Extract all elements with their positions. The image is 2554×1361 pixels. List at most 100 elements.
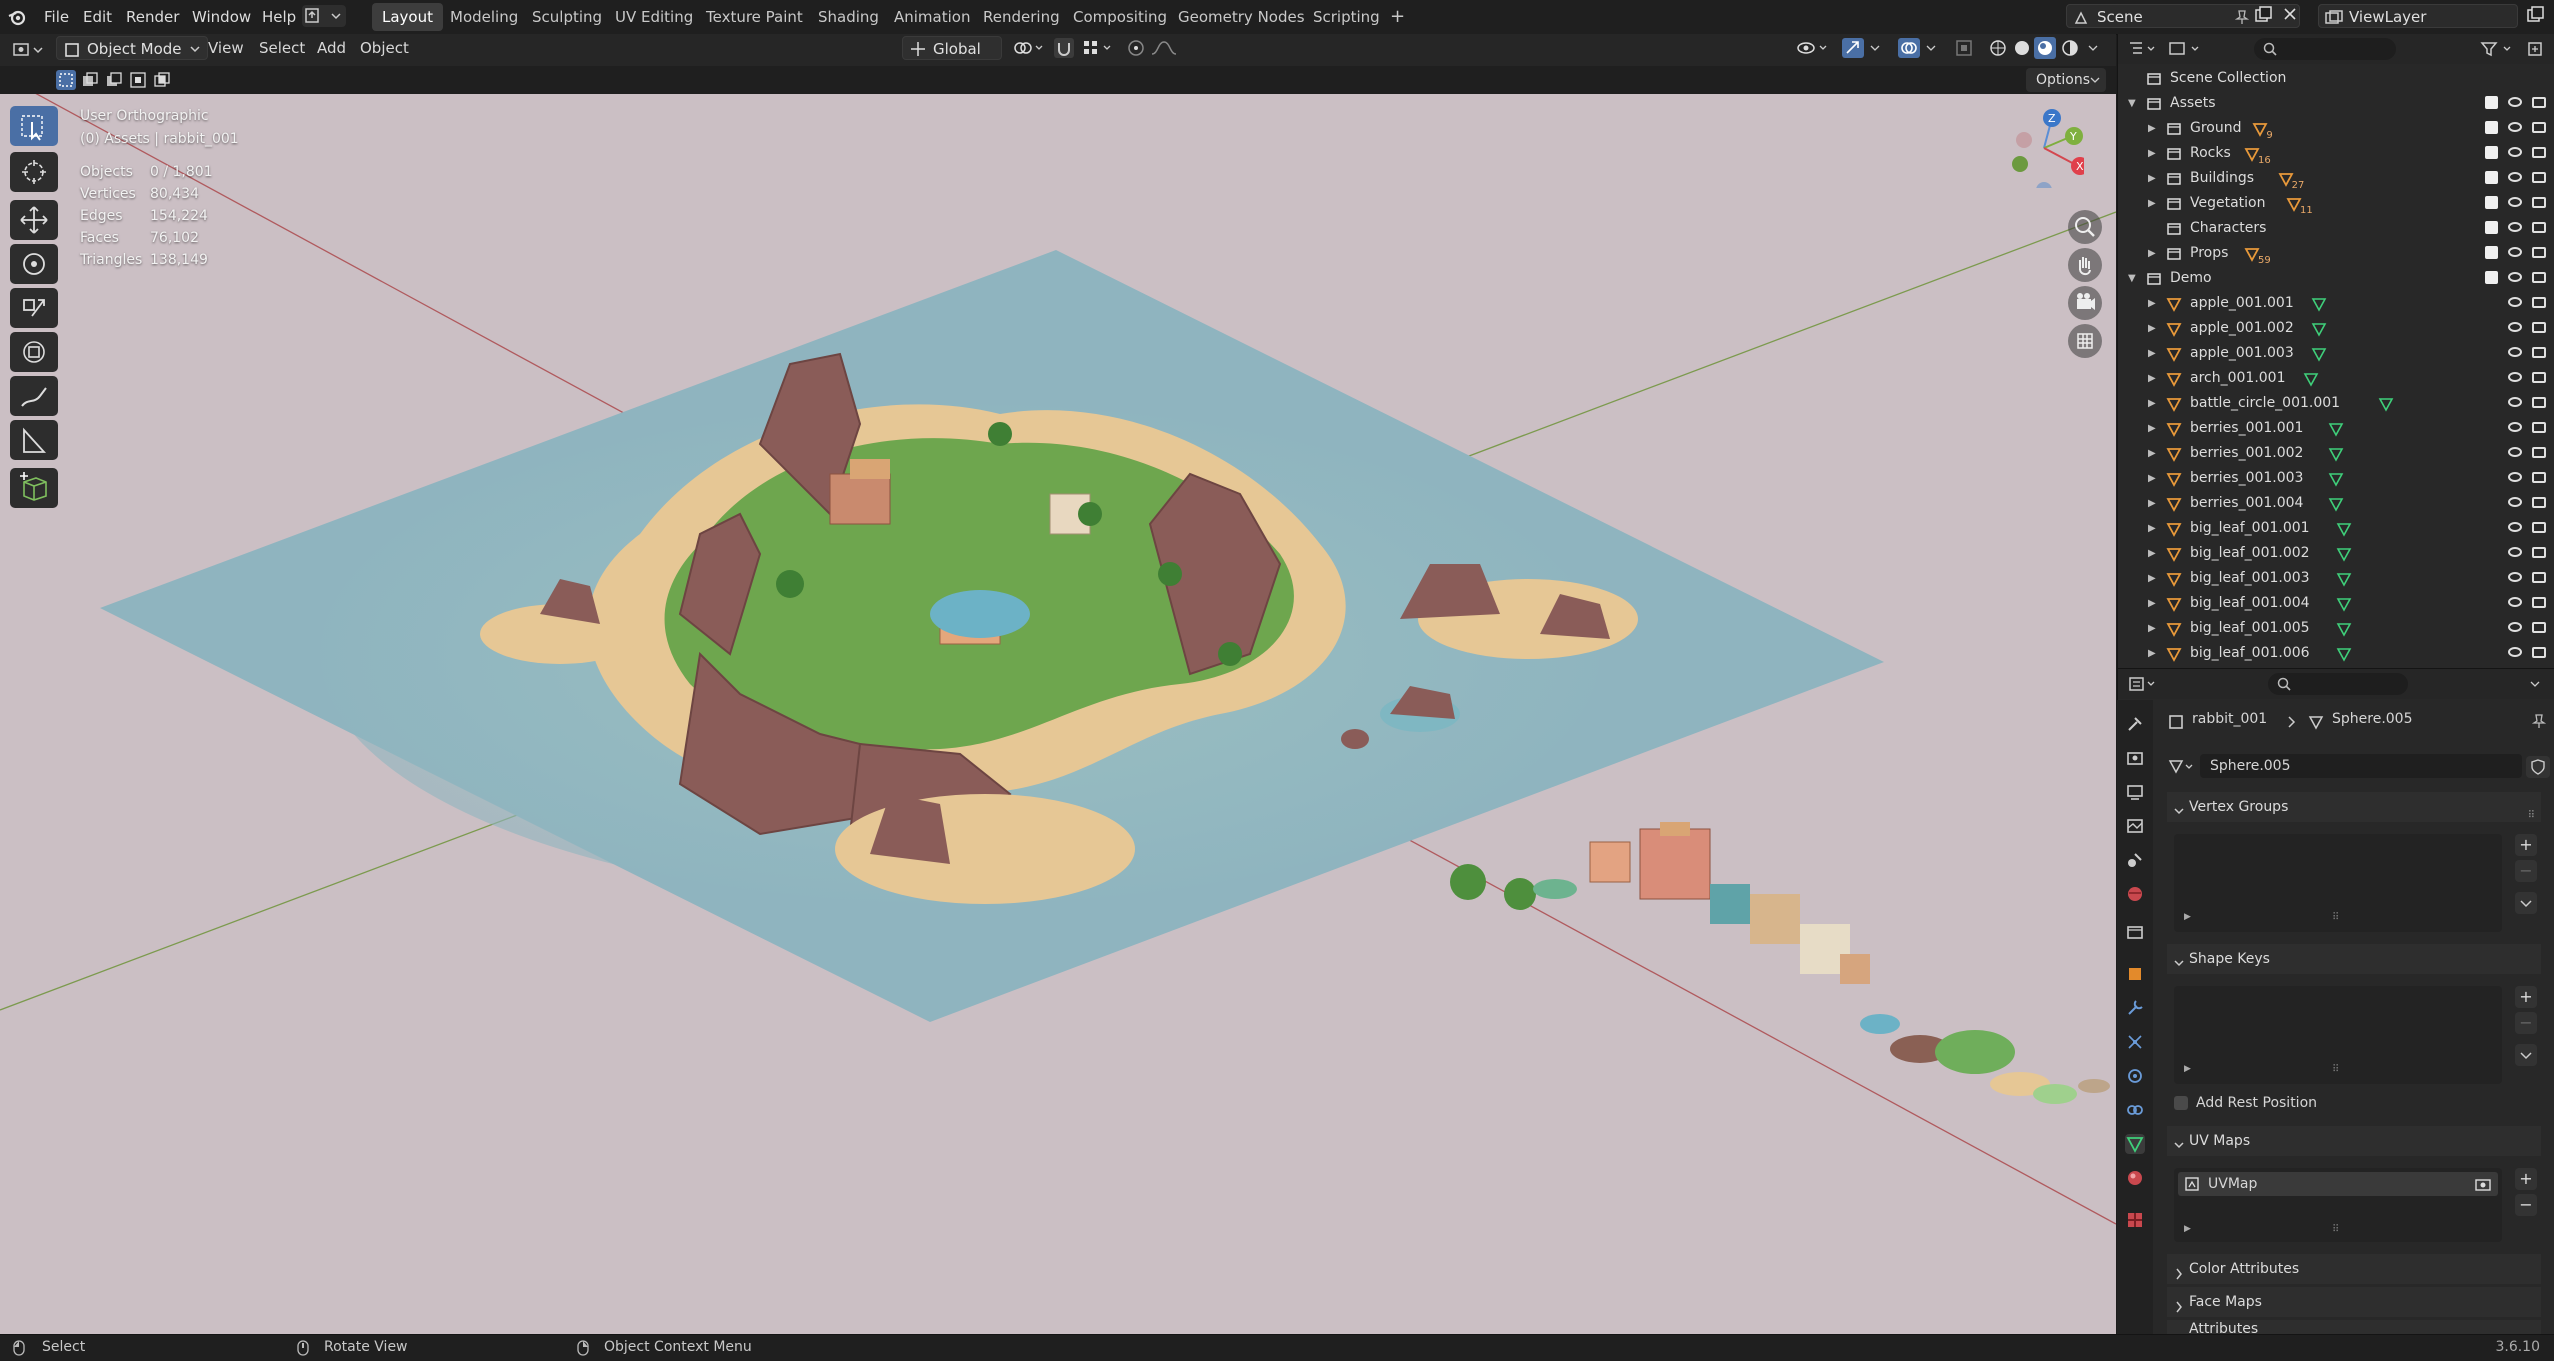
collapsed-arrow-icon[interactable]: ▶ <box>2148 441 2156 466</box>
pan-view-icon[interactable] <box>2068 248 2102 282</box>
collapsed-arrow-icon[interactable]: ▶ <box>2148 416 2156 441</box>
modifiers-tab-icon[interactable] <box>2125 998 2145 1018</box>
select-subtract-icon[interactable] <box>104 70 124 94</box>
expand-arrow-icon[interactable]: ▶ <box>2184 1064 2191 1074</box>
pivot-point-icon[interactable] <box>1012 38 1046 62</box>
add-workspace-button[interactable]: + <box>1380 3 1415 31</box>
eye-icon[interactable] <box>2508 172 2522 182</box>
menu-window[interactable]: Window <box>192 5 251 29</box>
camera-icon[interactable] <box>2532 547 2546 558</box>
select-box-tool[interactable] <box>10 106 58 146</box>
eye-icon[interactable] <box>2508 397 2522 407</box>
eye-icon[interactable] <box>2508 272 2522 282</box>
camera-icon[interactable] <box>2532 497 2546 508</box>
mode-selector[interactable]: Object Mode <box>56 36 208 60</box>
outliner-collection-row[interactable]: ▼ Assets <box>2118 91 2554 116</box>
eye-icon[interactable] <box>2508 147 2522 157</box>
camera-icon[interactable] <box>2532 222 2546 233</box>
delete-scene-icon[interactable] <box>2282 6 2298 26</box>
collapsed-arrow-icon[interactable]: ▶ <box>2148 141 2156 166</box>
collapsed-arrow-icon[interactable]: ▶ <box>2148 541 2156 566</box>
select-new-icon[interactable] <box>56 70 76 90</box>
outliner-object-row[interactable]: ▶ apple_001.002 <box>2118 316 2554 341</box>
tab-uv-editing[interactable]: UV Editing <box>605 3 703 31</box>
face-maps-panel-header[interactable]: Face Maps <box>2167 1287 2541 1317</box>
chevron-down-icon[interactable] <box>2528 675 2542 697</box>
eye-icon[interactable] <box>2508 647 2522 657</box>
eye-icon[interactable] <box>2508 197 2522 207</box>
particles-tab-icon[interactable] <box>2125 1032 2145 1052</box>
scene-collection-row[interactable]: Scene Collection <box>2118 66 2554 91</box>
exclude-checkbox[interactable] <box>2485 96 2498 109</box>
vertex-group-specials-icon[interactable] <box>2515 892 2537 914</box>
checkbox-box[interactable] <box>2174 1096 2188 1110</box>
eye-icon[interactable] <box>2508 247 2522 257</box>
cursor-tool[interactable] <box>10 152 58 192</box>
mesh-datablock-selector[interactable]: Sphere.005 <box>2168 754 2552 780</box>
outliner-object-row[interactable]: ▶ big_leaf_001.005 <box>2118 616 2554 641</box>
menu-view[interactable]: View <box>208 36 244 60</box>
select-invert-icon[interactable] <box>128 70 148 94</box>
new-view-layer-icon[interactable] <box>2526 6 2544 28</box>
material-tab-icon[interactable] <box>2125 1168 2145 1188</box>
new-collection-icon[interactable] <box>2526 40 2546 62</box>
editor-type-icon[interactable] <box>12 40 46 64</box>
select-extend-icon[interactable] <box>80 70 100 94</box>
solid-shading-icon[interactable] <box>2012 38 2032 62</box>
tab-modeling[interactable]: Modeling <box>440 3 528 31</box>
collection-tab-icon[interactable] <box>2125 922 2145 942</box>
tab-shading[interactable]: Shading <box>808 3 889 31</box>
material-shading-icon[interactable] <box>2034 37 2056 59</box>
camera-icon[interactable] <box>2532 247 2546 258</box>
collapsed-arrow-icon[interactable]: ▶ <box>2148 166 2156 191</box>
menu-object[interactable]: Object <box>360 36 409 60</box>
view-layer-selector[interactable]: ViewLayer <box>2318 4 2518 28</box>
overlays-dropdown-icon[interactable] <box>1924 38 1938 62</box>
gizmo-toggle-icon[interactable] <box>1842 38 1864 58</box>
tab-animation[interactable]: Animation <box>884 3 980 31</box>
tab-texture-paint[interactable]: Texture Paint <box>696 3 813 31</box>
camera-icon[interactable] <box>2532 172 2546 183</box>
resize-handle-icon[interactable]: ⠿ <box>2332 912 2339 923</box>
tab-rendering[interactable]: Rendering <box>973 3 1070 31</box>
xray-toggle-icon[interactable] <box>1954 38 1974 62</box>
pin-icon[interactable] <box>2531 713 2547 733</box>
overlays-toggle-icon[interactable] <box>1898 38 1920 58</box>
resize-handle-icon[interactable]: ⠿ <box>2332 1064 2339 1075</box>
select-intersect-icon[interactable] <box>152 70 172 94</box>
shape-keys-list[interactable]: ▶ ⠿ <box>2174 986 2502 1084</box>
camera-icon[interactable] <box>2532 197 2546 208</box>
eye-icon[interactable] <box>2508 422 2522 432</box>
mesh-name-field[interactable]: Sphere.005 <box>2200 754 2522 778</box>
collapsed-arrow-icon[interactable]: ▶ <box>2148 291 2156 316</box>
add-cube-tool[interactable] <box>10 468 58 508</box>
fake-user-shield-icon[interactable] <box>2526 756 2550 778</box>
vertex-groups-panel-header[interactable]: Vertex Groups ⠿ <box>2167 792 2541 822</box>
collapsed-arrow-icon[interactable]: ▶ <box>2148 241 2156 266</box>
falloff-icon[interactable] <box>1150 38 1180 62</box>
camera-icon[interactable] <box>2532 422 2546 433</box>
outliner-object-row[interactable]: ▶ apple_001.003 <box>2118 341 2554 366</box>
render-tab-icon[interactable] <box>2125 748 2145 768</box>
navigation-gizmo[interactable]: Z Y X <box>2004 108 2084 188</box>
snap-target-icon[interactable] <box>1082 38 1116 62</box>
options-button[interactable]: Options <box>2026 68 2106 92</box>
camera-icon[interactable] <box>2532 347 2546 358</box>
camera-icon[interactable] <box>2532 147 2546 158</box>
drag-handle-icon[interactable]: ⠿ <box>2528 801 2535 831</box>
blender-logo-icon[interactable] <box>8 8 26 26</box>
collapsed-arrow-icon[interactable]: ▶ <box>2148 316 2156 341</box>
outliner-object-row[interactable]: ▶ big_leaf_001.001 <box>2118 516 2554 541</box>
camera-icon[interactable] <box>2532 272 2546 283</box>
ortho-toggle-icon[interactable] <box>2068 324 2102 358</box>
exclude-checkbox[interactable] <box>2485 121 2498 134</box>
collapsed-arrow-icon[interactable]: ▶ <box>2148 391 2156 416</box>
shape-key-specials-icon[interactable] <box>2515 1044 2537 1066</box>
eye-icon[interactable] <box>2508 522 2522 532</box>
tab-compositing[interactable]: Compositing <box>1063 3 1177 31</box>
camera-icon[interactable] <box>2532 122 2546 133</box>
tool-tab-icon[interactable] <box>2125 714 2145 734</box>
expand-arrow-icon[interactable]: ▶ <box>2184 912 2191 922</box>
collapsed-arrow-icon[interactable]: ▶ <box>2148 566 2156 591</box>
expanded-arrow-icon[interactable]: ▼ <box>2128 91 2136 116</box>
